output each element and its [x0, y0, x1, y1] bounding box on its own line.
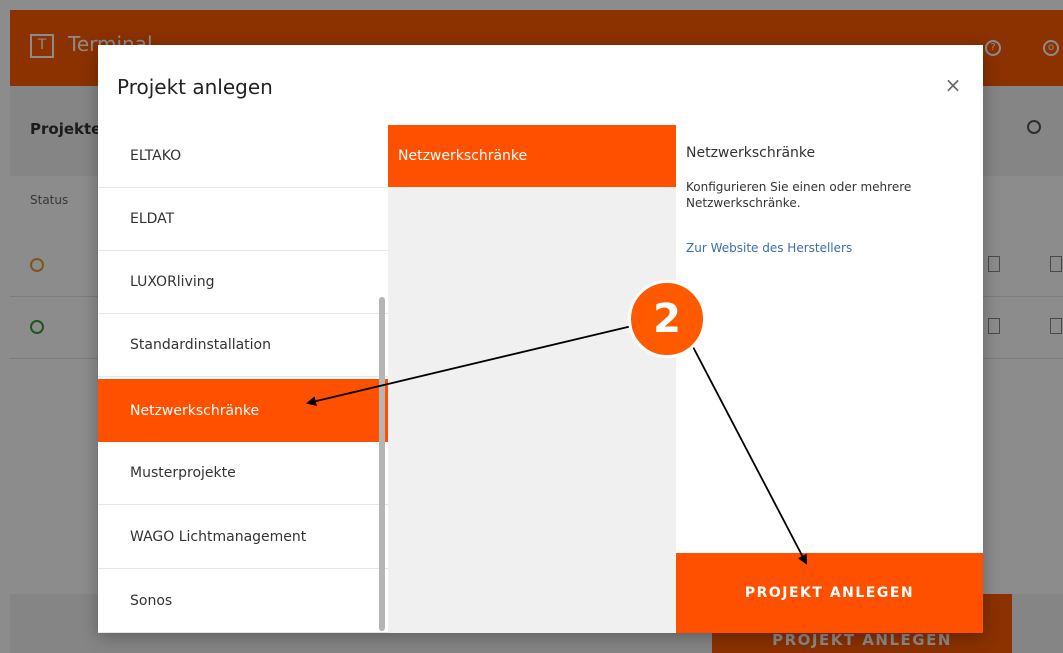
details-title: Netzwerkschränke: [686, 145, 816, 161]
step-badge: 2: [628, 280, 706, 358]
manufacturer-website-link[interactable]: Zur Website des Herstellers: [686, 241, 852, 255]
dialog-title: Projekt anlegen: [117, 75, 273, 99]
dialog-header: Projekt anlegen ×: [98, 45, 983, 126]
template-details: Netzwerkschränke Konfigurieren Sie einen…: [676, 125, 983, 633]
template-list: Netzwerkschränke: [388, 125, 676, 633]
close-icon[interactable]: ×: [941, 73, 965, 97]
create-project-dialog: Projekt anlegen × ELTAKO ELDAT LUXORlivi…: [98, 45, 983, 633]
scrollbar-thumb[interactable]: [379, 297, 385, 631]
manufacturer-item-sonos[interactable]: Sonos: [98, 570, 388, 633]
manufacturer-list-scrollbar[interactable]: [379, 297, 385, 631]
manufacturer-item-eldat[interactable]: ELDAT: [98, 188, 388, 251]
manufacturer-item-musterprojekte[interactable]: Musterprojekte: [98, 442, 388, 505]
details-description: Konfigurieren Sie einen oder mehrere Net…: [686, 180, 912, 210]
manufacturer-item-luxorliving[interactable]: LUXORliving: [98, 251, 388, 314]
manufacturer-list[interactable]: ELTAKO ELDAT LUXORliving Standardinstall…: [98, 125, 388, 633]
manufacturer-item-standardinstallation[interactable]: Standardinstallation: [98, 314, 388, 377]
manufacturer-item-wago-lichtmanagement[interactable]: WAGO Lichtmanagement: [98, 506, 388, 569]
manufacturer-item-eltako[interactable]: ELTAKO: [98, 125, 388, 188]
create-project-button[interactable]: PROJEKT ANLEGEN: [676, 553, 983, 633]
template-item-netzwerkschraenke[interactable]: Netzwerkschränke: [388, 125, 676, 187]
manufacturer-item-netzwerkschraenke[interactable]: Netzwerkschränke: [98, 379, 388, 442]
